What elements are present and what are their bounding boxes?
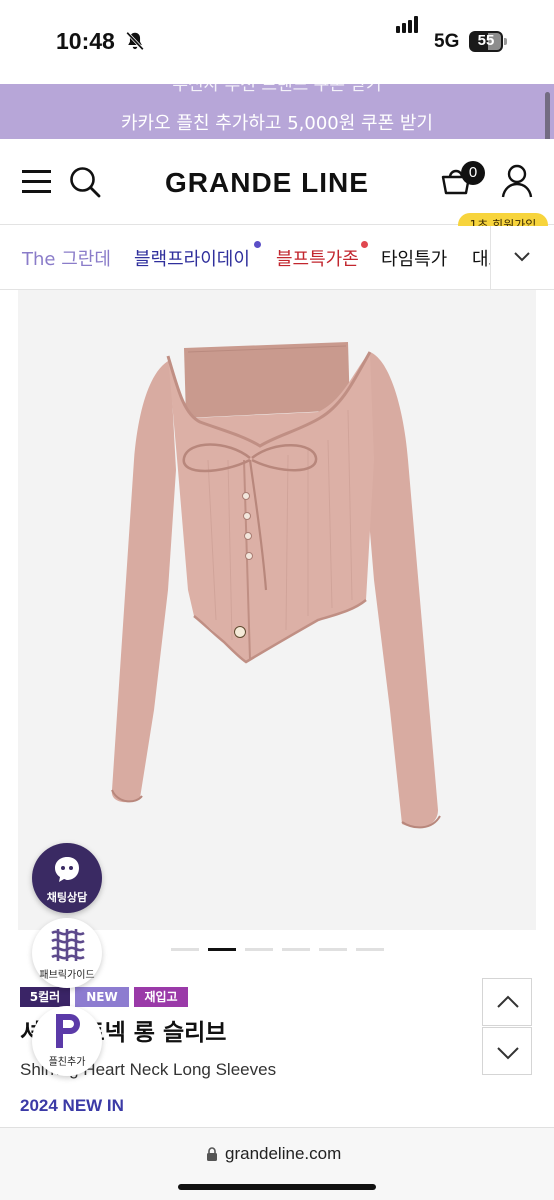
category-new-dot <box>254 241 261 248</box>
fabric-guide-button[interactable]: 패브릭가이드 <box>32 918 102 988</box>
promo-text[interactable]: 카카오 플친 추가하고 5,000원 쿠폰 받기 <box>0 109 554 135</box>
hamburger-menu-icon[interactable] <box>22 168 52 194</box>
carousel-dot[interactable] <box>356 948 384 951</box>
scroll-to-top-button[interactable] <box>482 978 532 1026</box>
brand-logo[interactable]: GRANDE LINE <box>165 167 369 199</box>
network-label: 5G <box>434 31 460 52</box>
plus-friend-label: 플친추가 <box>48 1057 86 1068</box>
carousel-dot[interactable] <box>319 948 347 951</box>
chevron-up-icon <box>497 995 519 1008</box>
lock-icon <box>207 1147 217 1161</box>
category-item-bf-special[interactable]: 블프특가존 <box>276 245 359 271</box>
carousel-dot[interactable] <box>282 948 310 951</box>
status-bar: 10:48 5G 55 <box>0 0 554 84</box>
product-image[interactable] <box>18 290 536 930</box>
carousel-dot[interactable] <box>245 948 273 951</box>
cart-count-badge: 0 <box>461 161 485 185</box>
product-photo-top <box>111 342 441 829</box>
category-new-dot <box>361 241 368 248</box>
address-url[interactable]: grandeline.com <box>225 1144 341 1164</box>
plus-friend-icon <box>56 1014 80 1048</box>
chat-consult-button[interactable]: 채팅상담 <box>32 843 102 913</box>
site-header: GRANDE LINE 0 1초 회원가입 <box>0 139 554 237</box>
category-item-black-friday[interactable]: 블랙프라이데이 <box>134 245 250 271</box>
user-account-icon[interactable] <box>500 163 534 199</box>
fabric-guide-label: 패브릭가이드 <box>39 970 95 981</box>
bell-muted-icon <box>126 31 144 51</box>
category-item-time-deal[interactable]: 타임특가 <box>381 245 447 271</box>
battery-icon: 55 <box>469 31 507 52</box>
plus-friend-button[interactable]: 플친추가 <box>32 1006 102 1076</box>
scroll-to-bottom-button[interactable] <box>482 1027 532 1075</box>
product-season-label: 2024 NEW IN <box>20 1096 124 1115</box>
chevron-down-icon <box>514 252 530 262</box>
carousel-dot[interactable] <box>171 948 199 951</box>
chat-bubble-icon <box>55 857 79 882</box>
category-expand-button[interactable] <box>490 226 554 289</box>
search-icon[interactable] <box>68 165 102 199</box>
battery-level: 55 <box>477 32 495 49</box>
category-item-the-grande[interactable]: The 그란데 <box>22 245 111 271</box>
color-count-badge: 5컬러 <box>20 987 70 1007</box>
browser-address-bar[interactable]: grandeline.com <box>0 1127 554 1200</box>
category-nav: The 그란데 블랙프라이데이 블프특가존 타임특가 대표 <box>0 226 554 290</box>
carousel-indicator[interactable] <box>171 948 385 951</box>
new-badge: NEW <box>75 987 129 1007</box>
promo-previous-text: 무신사 추천 브랜드 쿠폰 받기 <box>172 84 382 95</box>
chevron-down-icon <box>497 1047 519 1060</box>
carousel-dot-active[interactable] <box>208 948 236 951</box>
home-indicator[interactable] <box>178 1184 376 1190</box>
fabric-weave-icon <box>51 929 85 961</box>
restock-badge: 재입고 <box>134 987 188 1007</box>
promo-banner[interactable]: 무신사 추천 브랜드 쿠폰 받기 카카오 플친 추가하고 5,000원 쿠폰 받… <box>0 84 554 139</box>
status-time: 10:48 <box>56 28 115 54</box>
chat-consult-label: 채팅상담 <box>46 891 88 904</box>
